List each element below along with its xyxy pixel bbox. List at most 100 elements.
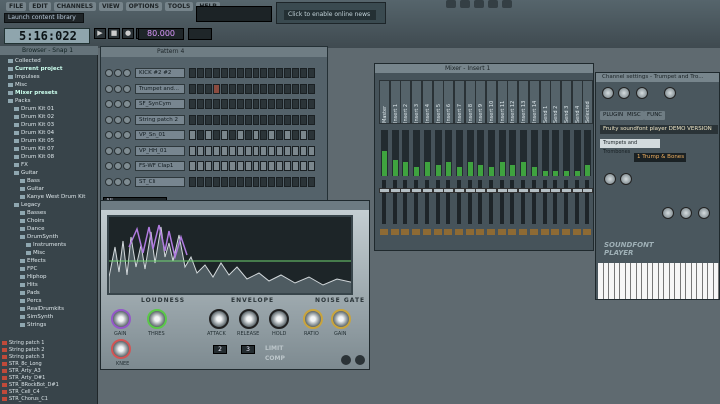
step-button[interactable] — [196, 114, 204, 125]
pan-knob-mini[interactable] — [114, 131, 122, 139]
track-route-button[interactable] — [561, 229, 570, 235]
mixer-track[interactable]: Insert 7 — [453, 76, 465, 246]
step-button[interactable] — [189, 161, 196, 171]
volume-knob-mini[interactable] — [123, 146, 131, 155]
step-button[interactable] — [252, 68, 260, 78]
step-button[interactable] — [260, 114, 268, 125]
step-button[interactable] — [260, 145, 268, 156]
mute-led[interactable] — [105, 146, 113, 155]
pan-knob-mini[interactable] — [114, 69, 122, 77]
browser-item[interactable]: RealDrumkits — [0, 305, 96, 313]
step-button[interactable] — [260, 176, 268, 187]
mute-led[interactable] — [105, 177, 113, 186]
patch-list-item[interactable]: STR_Arty_D#1 — [2, 375, 45, 382]
step-button[interactable] — [236, 130, 244, 140]
patch-list-item[interactable]: STR_BRockBot_D#1 — [2, 382, 59, 389]
browser-item[interactable]: Basses — [0, 209, 96, 217]
step-button[interactable] — [292, 130, 300, 140]
piano-keyboard[interactable] — [598, 263, 719, 299]
channel-name-button[interactable]: SF_SynCym — [135, 99, 185, 109]
volume-fader-handle[interactable] — [475, 188, 487, 193]
step-button[interactable] — [212, 161, 220, 171]
step-button[interactable] — [189, 145, 196, 156]
mute-led[interactable] — [105, 162, 113, 170]
step-button[interactable] — [236, 114, 244, 125]
volume-fader-handle[interactable] — [389, 188, 401, 193]
step-button[interactable] — [220, 130, 228, 140]
step-button[interactable] — [308, 145, 315, 156]
attack-knob[interactable] — [209, 309, 229, 329]
pan-knob[interactable] — [602, 87, 614, 99]
step-button[interactable] — [308, 83, 315, 94]
browser-item[interactable]: Misc — [0, 249, 96, 257]
tab-misc[interactable]: MISC — [624, 111, 644, 120]
browser-item[interactable]: Drum Kit 02 — [0, 113, 96, 121]
step-button[interactable] — [300, 145, 308, 156]
browser-item[interactable]: FX — [0, 161, 96, 169]
step-button[interactable] — [189, 99, 196, 109]
plugin-minimize-icon[interactable] — [341, 355, 351, 365]
step-button[interactable] — [189, 130, 196, 140]
pitch-knob[interactable] — [636, 87, 648, 99]
step-button[interactable] — [276, 145, 284, 156]
play-button[interactable]: ▶ — [94, 28, 106, 39]
step-button[interactable] — [260, 68, 268, 78]
volume-fader-handle[interactable] — [571, 188, 583, 193]
browser-item[interactable]: Drum Kit 01 — [0, 105, 96, 113]
step-button[interactable] — [276, 130, 284, 140]
mute-led[interactable] — [105, 131, 113, 139]
step-button[interactable] — [252, 161, 260, 171]
channel-name-button[interactable]: VP_HH_01 — [135, 145, 185, 156]
tab-plugin[interactable]: PLUGIN — [600, 111, 627, 120]
gain-knob[interactable] — [111, 309, 131, 329]
volume-knob-mini[interactable] — [123, 100, 131, 108]
step-button[interactable] — [284, 99, 292, 109]
mixer-track[interactable]: Insert 9 — [475, 76, 487, 246]
track-route-button[interactable] — [380, 229, 388, 235]
step-button[interactable] — [292, 161, 300, 171]
browser-item[interactable]: Strings — [0, 321, 96, 329]
step-button[interactable] — [196, 83, 204, 94]
channel-name-button[interactable]: VP_Sn_01 — [135, 130, 185, 140]
patch-list-item[interactable]: STR_8c_Long — [2, 361, 42, 368]
step-button[interactable] — [189, 114, 196, 125]
step-button[interactable] — [228, 145, 236, 156]
step-button[interactable] — [228, 130, 236, 140]
track-route-button[interactable] — [454, 229, 463, 235]
step-button[interactable] — [212, 99, 220, 109]
step-button[interactable] — [228, 161, 236, 171]
volume-fader-handle[interactable] — [528, 188, 540, 193]
step-button[interactable] — [196, 145, 204, 156]
track-route-button[interactable] — [572, 229, 581, 235]
threshold-knob[interactable] — [147, 309, 167, 329]
step-button[interactable] — [236, 68, 244, 78]
mute-led[interactable] — [105, 84, 113, 93]
step-button[interactable] — [308, 114, 315, 125]
filter-res-knob[interactable] — [680, 207, 692, 219]
browser-item[interactable]: Kanye West Drum Kit — [0, 193, 96, 201]
mixer-track[interactable]: Insert 2 — [400, 76, 412, 246]
browser-item[interactable]: Collected — [0, 57, 96, 65]
volume-knob-mini[interactable] — [123, 84, 131, 93]
mixer-icon[interactable] — [502, 0, 512, 8]
step-button[interactable] — [236, 145, 244, 156]
soundfont-file-field[interactable]: Trumpets and Trombones — [600, 139, 660, 155]
step-button[interactable] — [196, 130, 204, 140]
browser-item[interactable]: Drum Kit 05 — [0, 137, 96, 145]
browser-item[interactable]: Dance — [0, 225, 96, 233]
output-knob[interactable] — [111, 339, 131, 359]
browser-item[interactable]: Packs — [0, 97, 96, 105]
step-button[interactable] — [212, 176, 220, 187]
step-button[interactable] — [292, 114, 300, 125]
step-button[interactable] — [300, 99, 308, 109]
piano-key[interactable] — [713, 263, 719, 299]
step-button[interactable] — [292, 99, 300, 109]
step-button[interactable] — [220, 114, 228, 125]
patch-list-item[interactable]: STR_Cell_C4 — [2, 389, 40, 396]
step-button[interactable] — [212, 68, 220, 78]
mixer-track[interactable]: Send 2 — [550, 76, 562, 246]
patch-selector[interactable]: 1 Trump & Bones — [634, 153, 686, 162]
knee-value[interactable]: 3 — [241, 345, 255, 354]
volume-fader-handle[interactable] — [400, 188, 412, 193]
pan-knob-mini[interactable] — [114, 146, 122, 155]
